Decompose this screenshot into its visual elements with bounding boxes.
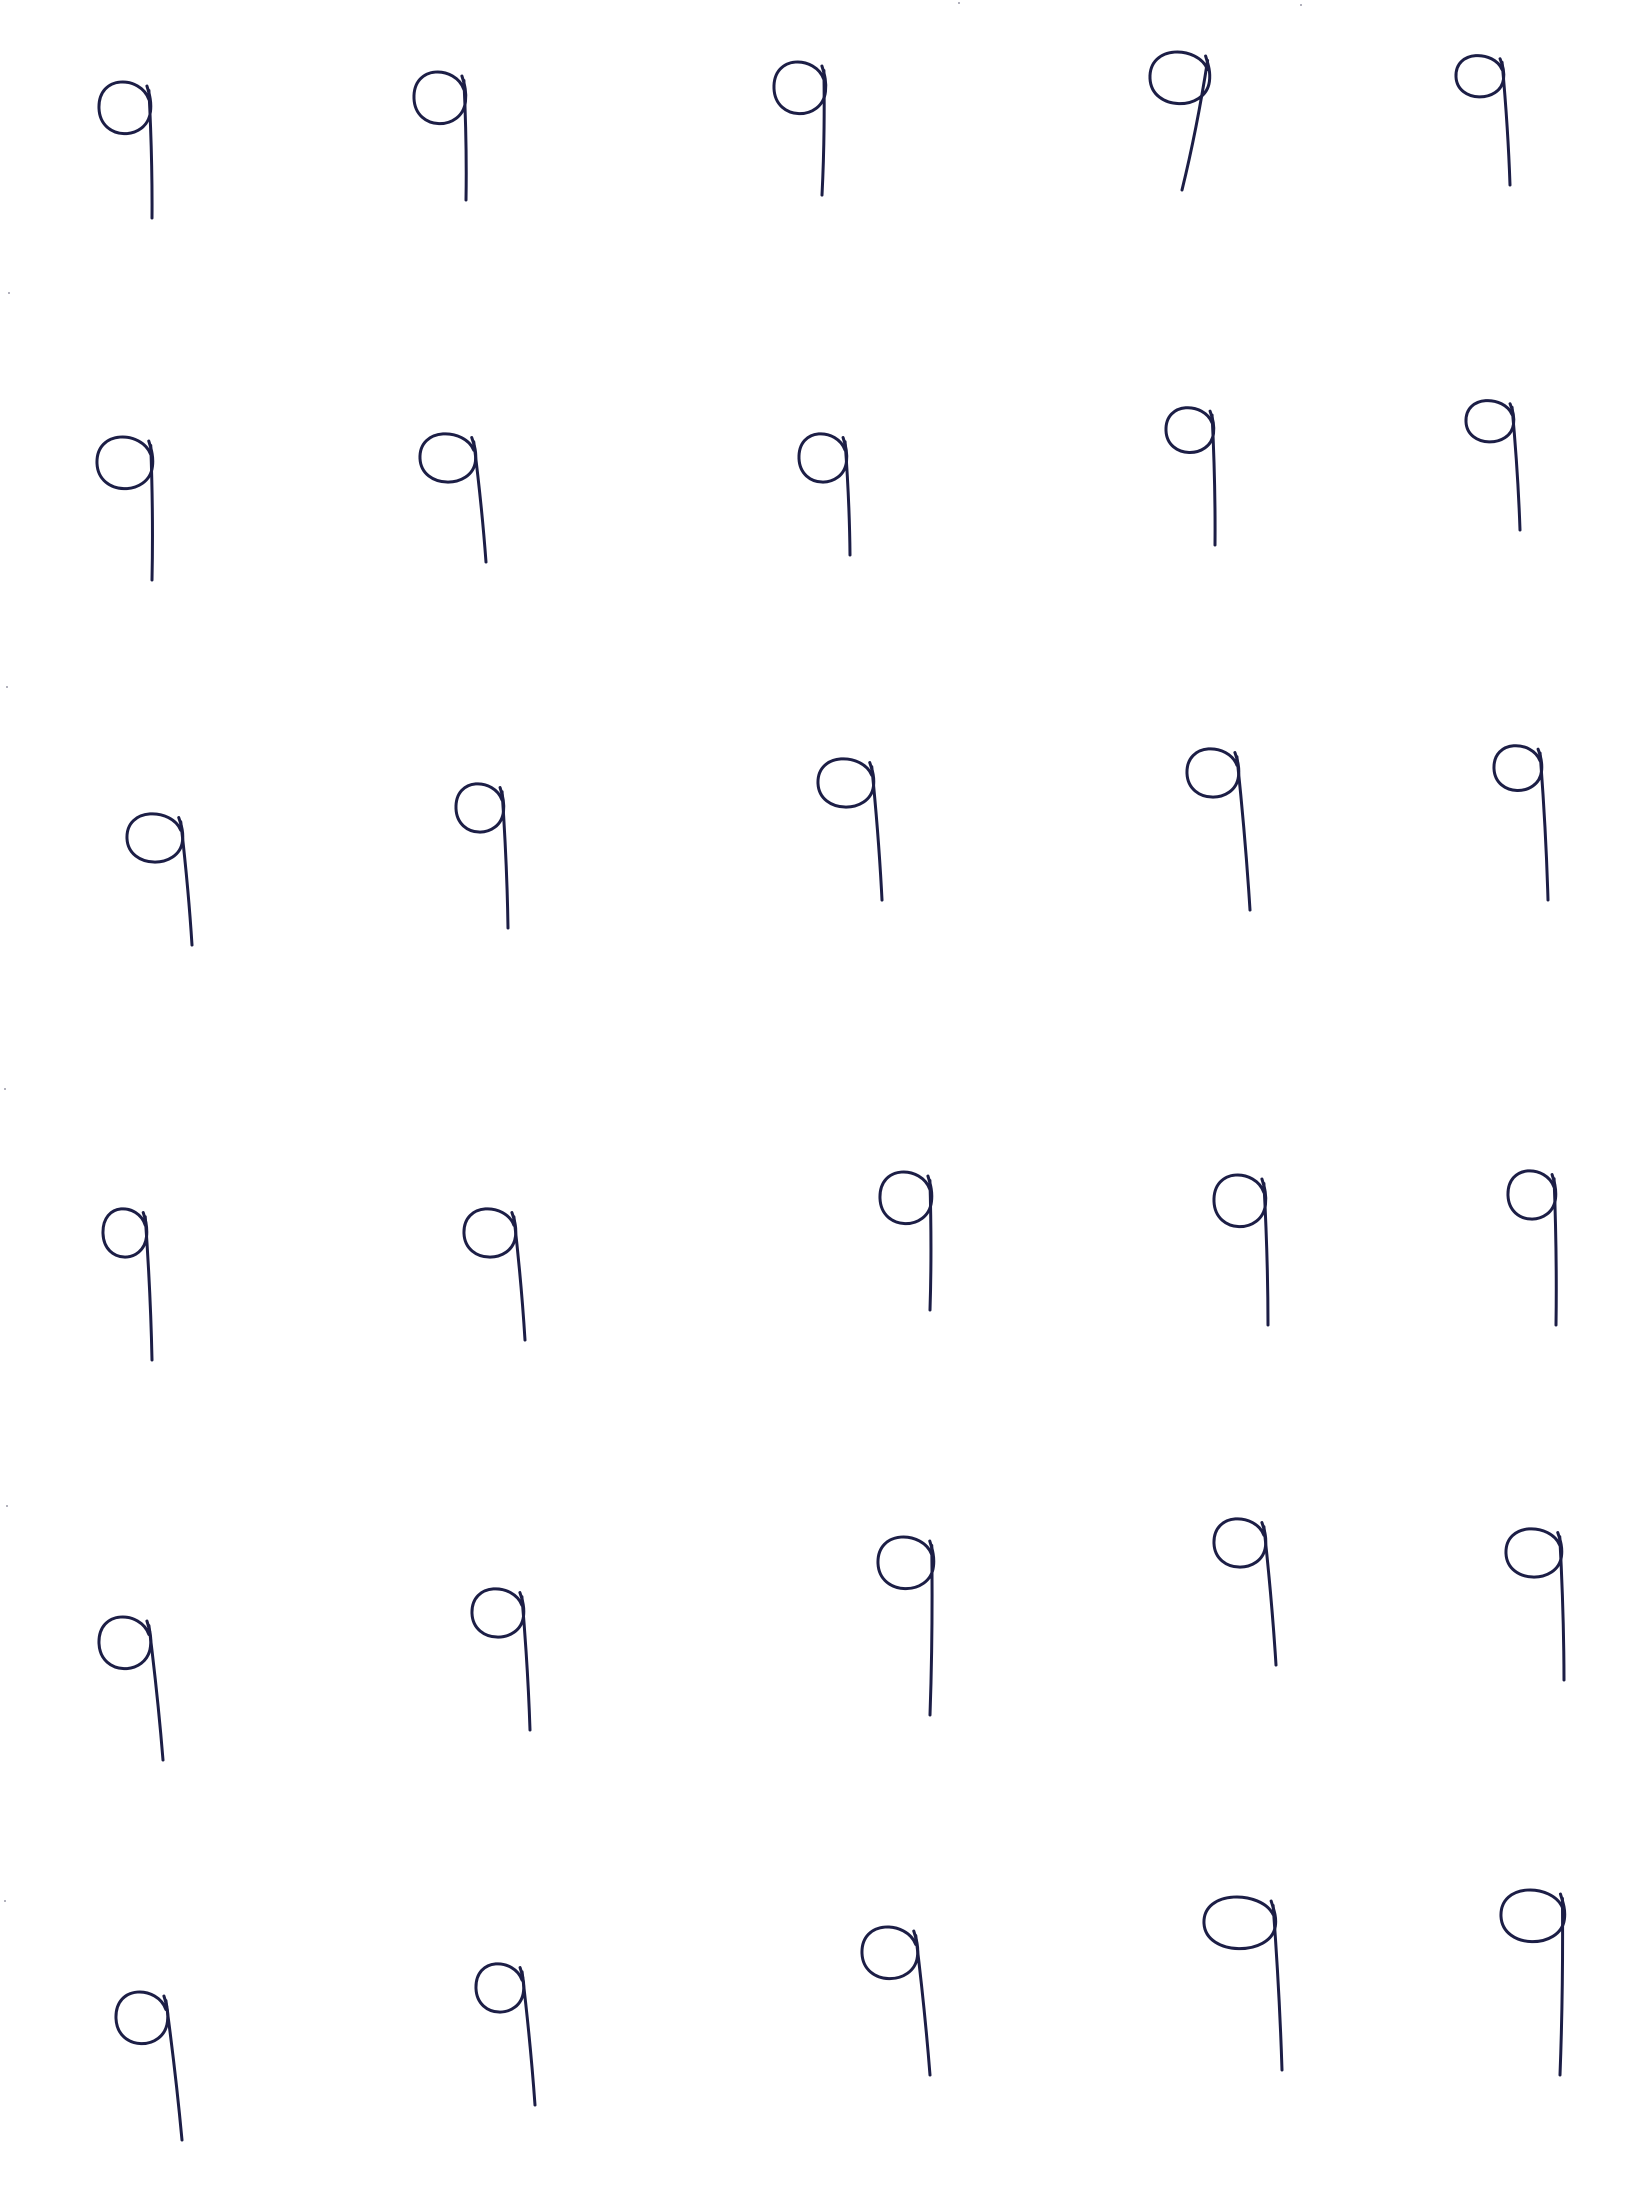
nine-stem: [147, 1624, 165, 1762]
nine-loop: [125, 812, 185, 864]
nine-stem: [149, 444, 154, 582]
nine-loop: [418, 432, 478, 484]
nine-loop: [470, 1587, 526, 1639]
nine-loop: [95, 435, 155, 491]
nine-loop: [1464, 399, 1516, 444]
nine-stem: [512, 1215, 527, 1342]
handwritten-nine: [876, 1535, 936, 1717]
nine-stem: [164, 1999, 184, 2142]
nine-loop: [1506, 1169, 1558, 1221]
handwritten-nine: [412, 70, 468, 202]
handwritten-nine: [1464, 399, 1522, 532]
handwritten-nine: [860, 1925, 932, 2077]
handwritten-nine: [1202, 1895, 1284, 2072]
nine-loop: [462, 1207, 518, 1259]
nine-stem: [928, 1179, 933, 1312]
nine-loop: [474, 1962, 526, 2014]
nine-loop: [772, 60, 828, 116]
handwritten-nine: [1212, 1173, 1270, 1327]
nine-loop: [101, 1207, 149, 1259]
nine-stem: [472, 440, 488, 564]
paper-speck: [1300, 4, 1302, 6]
nine-stem: [520, 1595, 532, 1732]
handwritten-nine: [1454, 54, 1512, 187]
paper-speck: [958, 2, 960, 4]
handwritten-nine: [418, 432, 488, 564]
handwritten-nine: [878, 1170, 934, 1312]
nine-stem: [179, 820, 194, 947]
nine-stem: [914, 1934, 932, 2077]
nine-loop: [97, 80, 153, 136]
nine-loop: [860, 1925, 920, 1981]
nine-stem: [1235, 755, 1252, 912]
nine-loop: [114, 1990, 170, 2046]
handwritten-nine: [797, 432, 852, 557]
handwritten-nine: [1506, 1169, 1558, 1327]
handwritten-nine: [1504, 1527, 1566, 1682]
nine-loop: [878, 1170, 934, 1226]
handwritten-nine: [114, 1990, 184, 2142]
nine-loop: [412, 70, 468, 126]
nine-stem: [1271, 1904, 1284, 2072]
nine-stem: [1538, 751, 1550, 902]
nine-loop: [1185, 747, 1241, 799]
handwritten-nine: [101, 1207, 154, 1362]
nine-stem: [1262, 1525, 1278, 1667]
handwritten-nine: [470, 1587, 532, 1732]
handwritten-nine: [816, 757, 884, 902]
nine-stem: [1552, 1177, 1558, 1327]
handwritten-nine: [97, 80, 154, 220]
paper-speck: [4, 1900, 6, 1902]
nine-stem: [1180, 59, 1210, 192]
handwritten-nine: [1164, 406, 1217, 547]
nine-loop: [1212, 1517, 1268, 1569]
nine-loop: [1202, 1895, 1278, 1951]
nine-loop: [1164, 406, 1216, 454]
nine-loop: [1212, 1173, 1268, 1229]
handwritten-nine: [1185, 747, 1252, 912]
nine-stem: [1262, 1182, 1270, 1327]
nine-stem: [1558, 1897, 1565, 2077]
nine-stem: [500, 790, 510, 930]
nine-stem: [820, 69, 826, 197]
nine-stem: [1558, 1535, 1566, 1682]
nine-loop: [876, 1535, 936, 1591]
paper-speck: [6, 1505, 8, 1507]
handwritten-nine: [454, 782, 510, 930]
nine-stem: [1510, 405, 1522, 532]
nine-stem: [462, 79, 468, 202]
nine-stem: [1500, 60, 1512, 187]
nine-loop: [97, 1615, 153, 1671]
handwritten-nine: [1148, 50, 1212, 192]
handwriting-sheet: [0, 0, 1640, 2200]
paper-speck: [6, 686, 8, 688]
nine-loop: [816, 757, 876, 809]
nine-loop: [1499, 1888, 1567, 1944]
nine-stem: [843, 440, 852, 557]
handwritten-nine: [1212, 1517, 1278, 1667]
handwritten-nine: [462, 1207, 527, 1342]
handwritten-nine: [125, 812, 194, 947]
nine-loop: [797, 432, 849, 484]
handwritten-nine: [474, 1962, 537, 2107]
paper-speck: [8, 292, 10, 294]
nine-loop: [454, 782, 506, 834]
nine-stem: [870, 765, 884, 902]
nine-loop: [1504, 1527, 1564, 1579]
handwritten-nines-grid: [95, 50, 1567, 2142]
handwritten-nine: [95, 435, 155, 582]
nine-stem: [143, 1215, 154, 1362]
handwritten-nine: [772, 60, 828, 197]
handwritten-nine: [1499, 1888, 1567, 2077]
nine-loop: [1492, 744, 1544, 792]
paper-speck: [4, 1088, 6, 1090]
nine-loop: [1454, 54, 1506, 99]
handwritten-nine: [97, 1615, 165, 1762]
handwritten-nine: [1492, 744, 1550, 902]
nine-stem: [928, 1544, 934, 1717]
nine-stem: [520, 1970, 537, 2107]
